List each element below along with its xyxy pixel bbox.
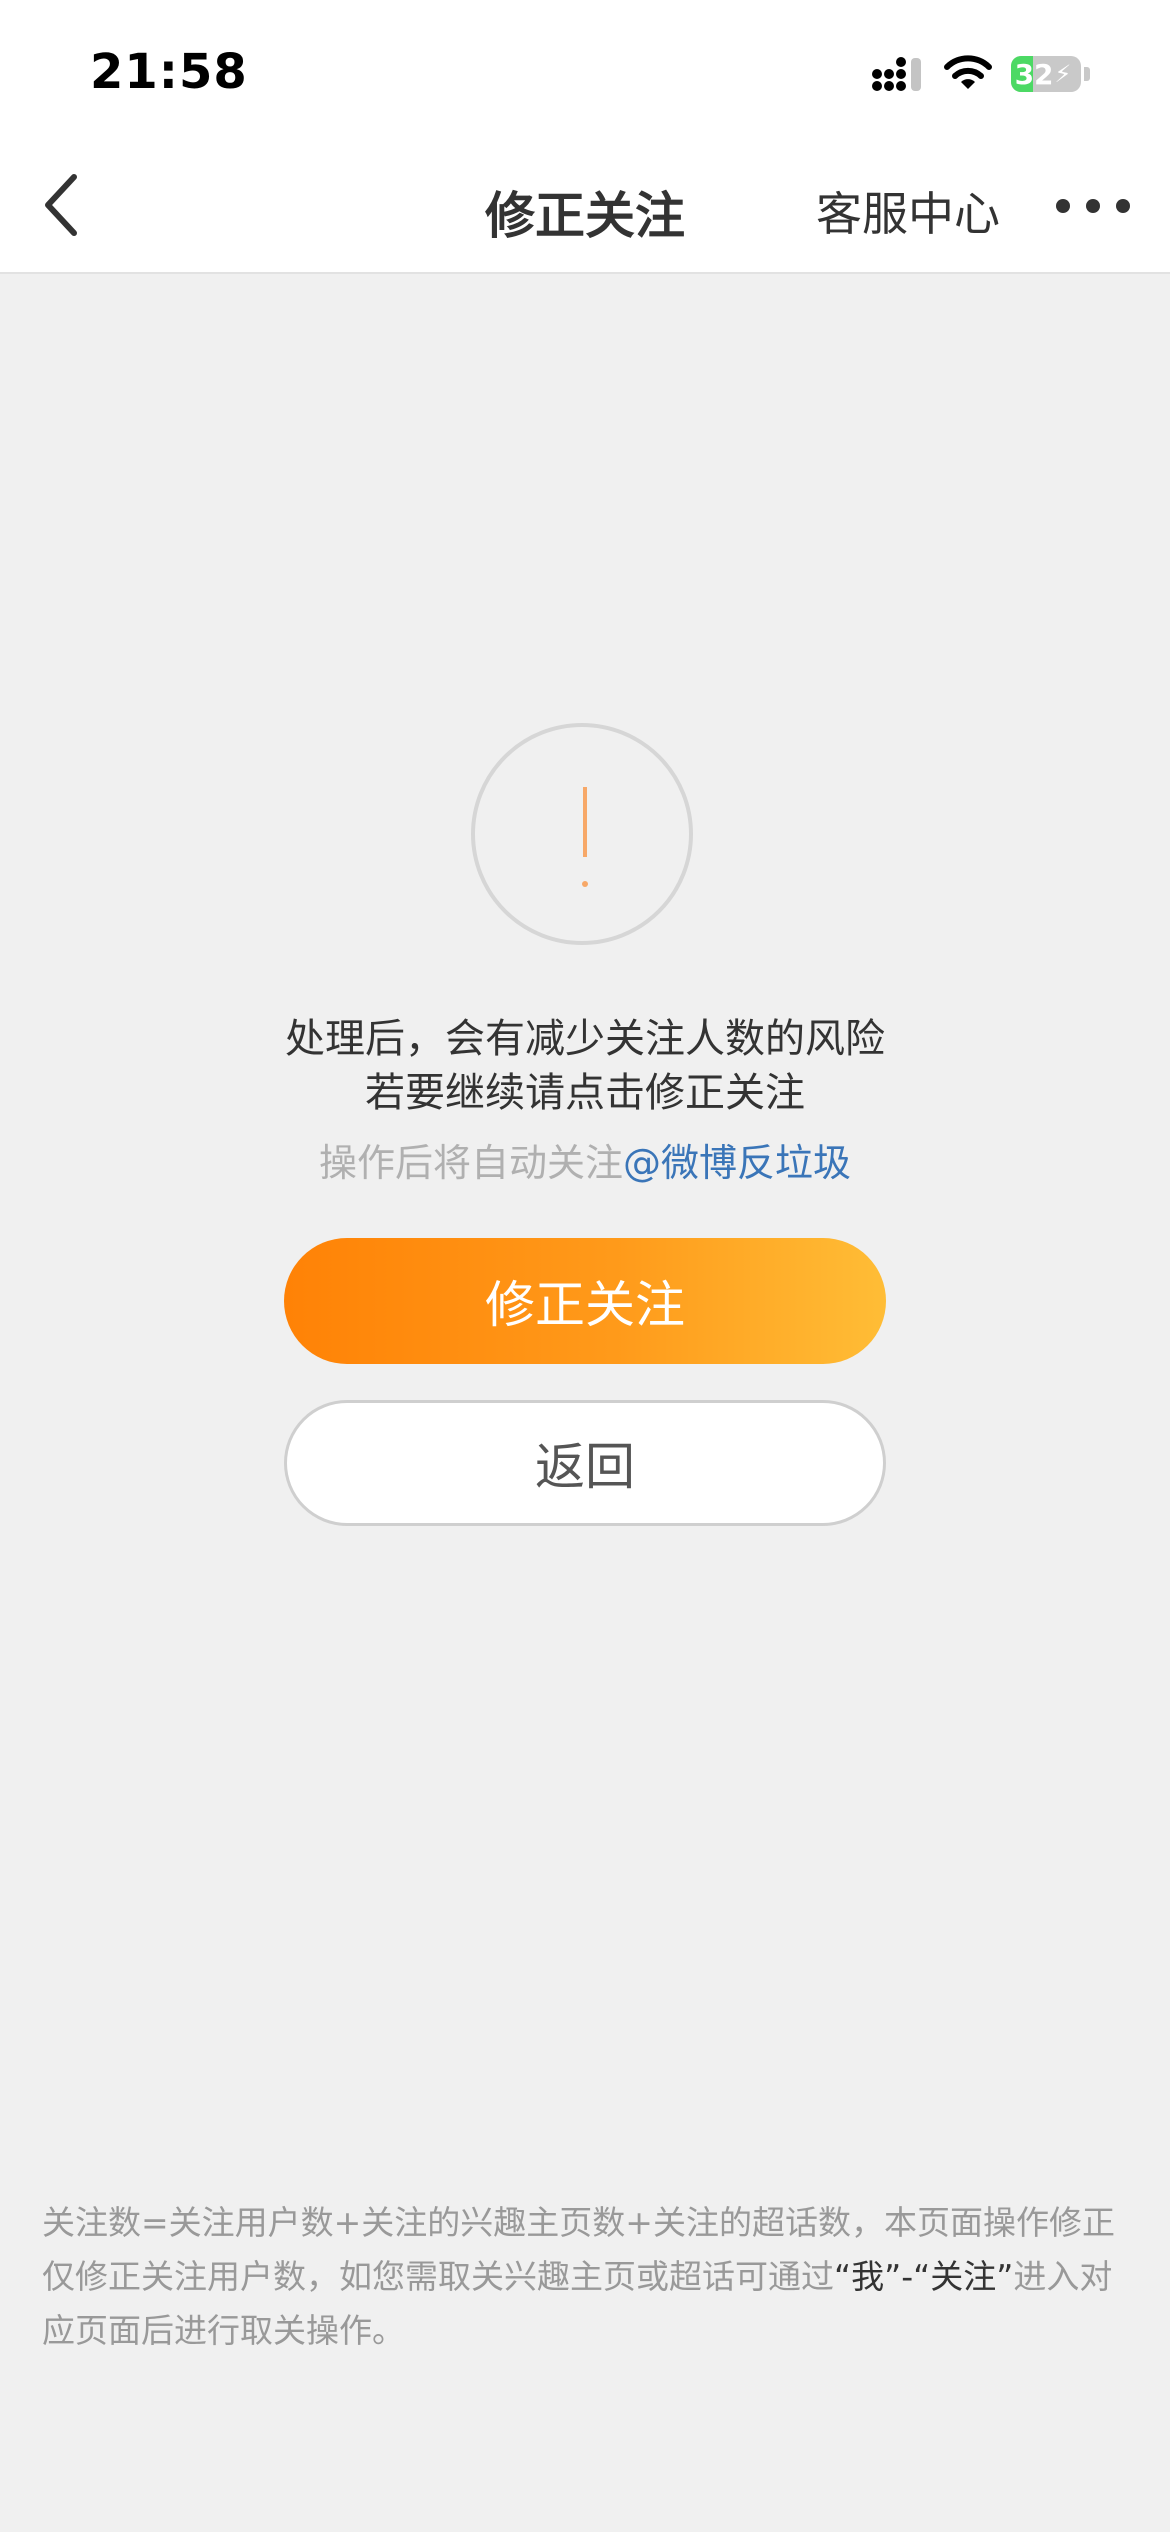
- status-time: 21:58: [90, 44, 248, 100]
- footnote-follow-quote: “关注”: [913, 2257, 1014, 2296]
- anti-spam-account-link[interactable]: @微博反垃圾: [623, 1141, 851, 1185]
- warning-message-line2: 若要继续请点击修正关注: [365, 1070, 805, 1116]
- status-icons: 32 ⚡: [871, 50, 1090, 98]
- footnote-me-quote: “我”: [834, 2257, 902, 2296]
- battery-cap: [1084, 67, 1090, 81]
- wifi-icon: [944, 55, 992, 89]
- battery-level: 32: [1014, 57, 1054, 91]
- more-dot: [1116, 199, 1130, 213]
- exclamation-dot: [582, 881, 588, 887]
- auto-follow-prefix: 操作后将自动关注: [318, 1141, 623, 1185]
- fix-follow-button[interactable]: 修正关注: [284, 1238, 886, 1364]
- more-dot: [1086, 199, 1100, 213]
- charging-bolt-icon: ⚡: [1054, 60, 1072, 88]
- more-dot: [1056, 199, 1070, 213]
- customer-service-link[interactable]: 客服中心: [816, 178, 1000, 244]
- exclamation-bar: [583, 787, 587, 857]
- battery-body: 32 ⚡: [1011, 56, 1081, 92]
- exclamation-circle-icon: [471, 723, 693, 945]
- more-button[interactable]: [1056, 186, 1130, 226]
- footnote-separator: -: [901, 2257, 914, 2296]
- battery-charging-icon: 32 ⚡: [1011, 56, 1090, 92]
- return-button[interactable]: 返回: [284, 1400, 886, 1526]
- footnote: 关注数=关注用户数+关注的兴趣主页数+关注的超话数，本页面操作修正仅修正关注用户…: [42, 2196, 1132, 2358]
- header: 21:58 32 ⚡ 修正关注 客服中心: [0, 0, 1170, 274]
- warning-message-line1: 处理后，会有减少关注人数的风险: [285, 1016, 885, 1062]
- auto-follow-notice: 操作后将自动关注@微博反垃圾: [0, 1132, 1170, 1187]
- signal-icon: [872, 57, 921, 91]
